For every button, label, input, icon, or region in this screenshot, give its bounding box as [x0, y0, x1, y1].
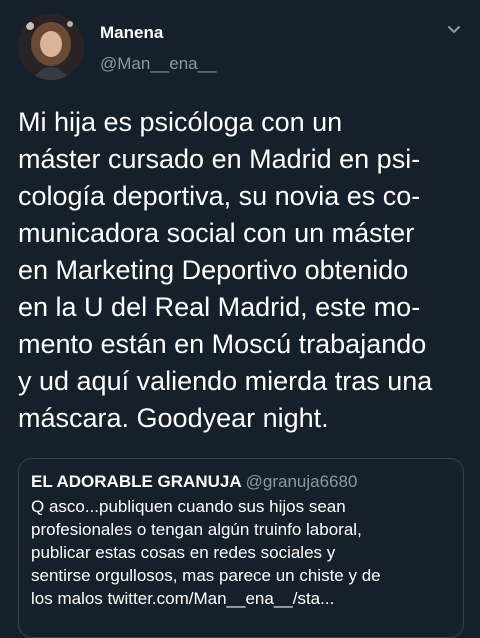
- quoted-tweet[interactable]: EL ADORABLE GRANUJA @granuja6680 Q asco..…: [18, 458, 464, 638]
- avatar[interactable]: [18, 14, 84, 80]
- quoted-tweet-header: EL ADORABLE GRANUJA @granuja6680: [31, 471, 451, 493]
- author-name[interactable]: Manena: [100, 23, 163, 43]
- quoted-author-name: EL ADORABLE GRANUJA: [31, 472, 242, 491]
- tweet-card[interactable]: Manena @Man__ena__ Mi hija es psicóloga …: [0, 0, 480, 638]
- quoted-author-handle: @granuja6680: [245, 472, 358, 491]
- quoted-tweet-text: Q asco...publiquen cuando sus hijos sean…: [31, 497, 381, 608]
- author-handle[interactable]: @Man__ena__: [100, 54, 217, 74]
- chevron-down-icon[interactable]: [446, 22, 462, 38]
- tweet-text: Mi hija es psicóloga con un máster cursa…: [18, 107, 433, 433]
